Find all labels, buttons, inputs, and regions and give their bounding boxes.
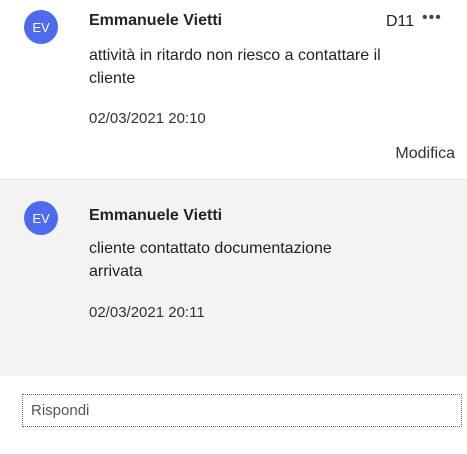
reply-input[interactable] [22, 394, 462, 427]
comment-timestamp: 02/03/2021 20:10 [89, 110, 206, 127]
reply-timestamp: 02/03/2021 20:11 [89, 304, 205, 321]
more-options-icon[interactable]: ••• [422, 9, 442, 27]
reply-text: cliente contattato documentazione arriva… [89, 240, 332, 280]
edit-button[interactable]: Modifica [395, 145, 455, 163]
reply-card: EV Emmanuele Vietti cliente contattato d… [0, 179, 467, 377]
reply-area [0, 376, 467, 454]
avatar: EV [24, 10, 58, 44]
comment-card: EV Emmanuele Vietti D11 ••• attività in … [0, 0, 467, 178]
comment-text: attività in ritardo non riesco a contatt… [89, 47, 381, 87]
cell-reference: D11 [386, 13, 415, 30]
reply-author: Emmanuele Vietti [89, 207, 223, 224]
comment-author: Emmanuele Vietti [89, 12, 223, 29]
avatar: EV [24, 201, 58, 235]
